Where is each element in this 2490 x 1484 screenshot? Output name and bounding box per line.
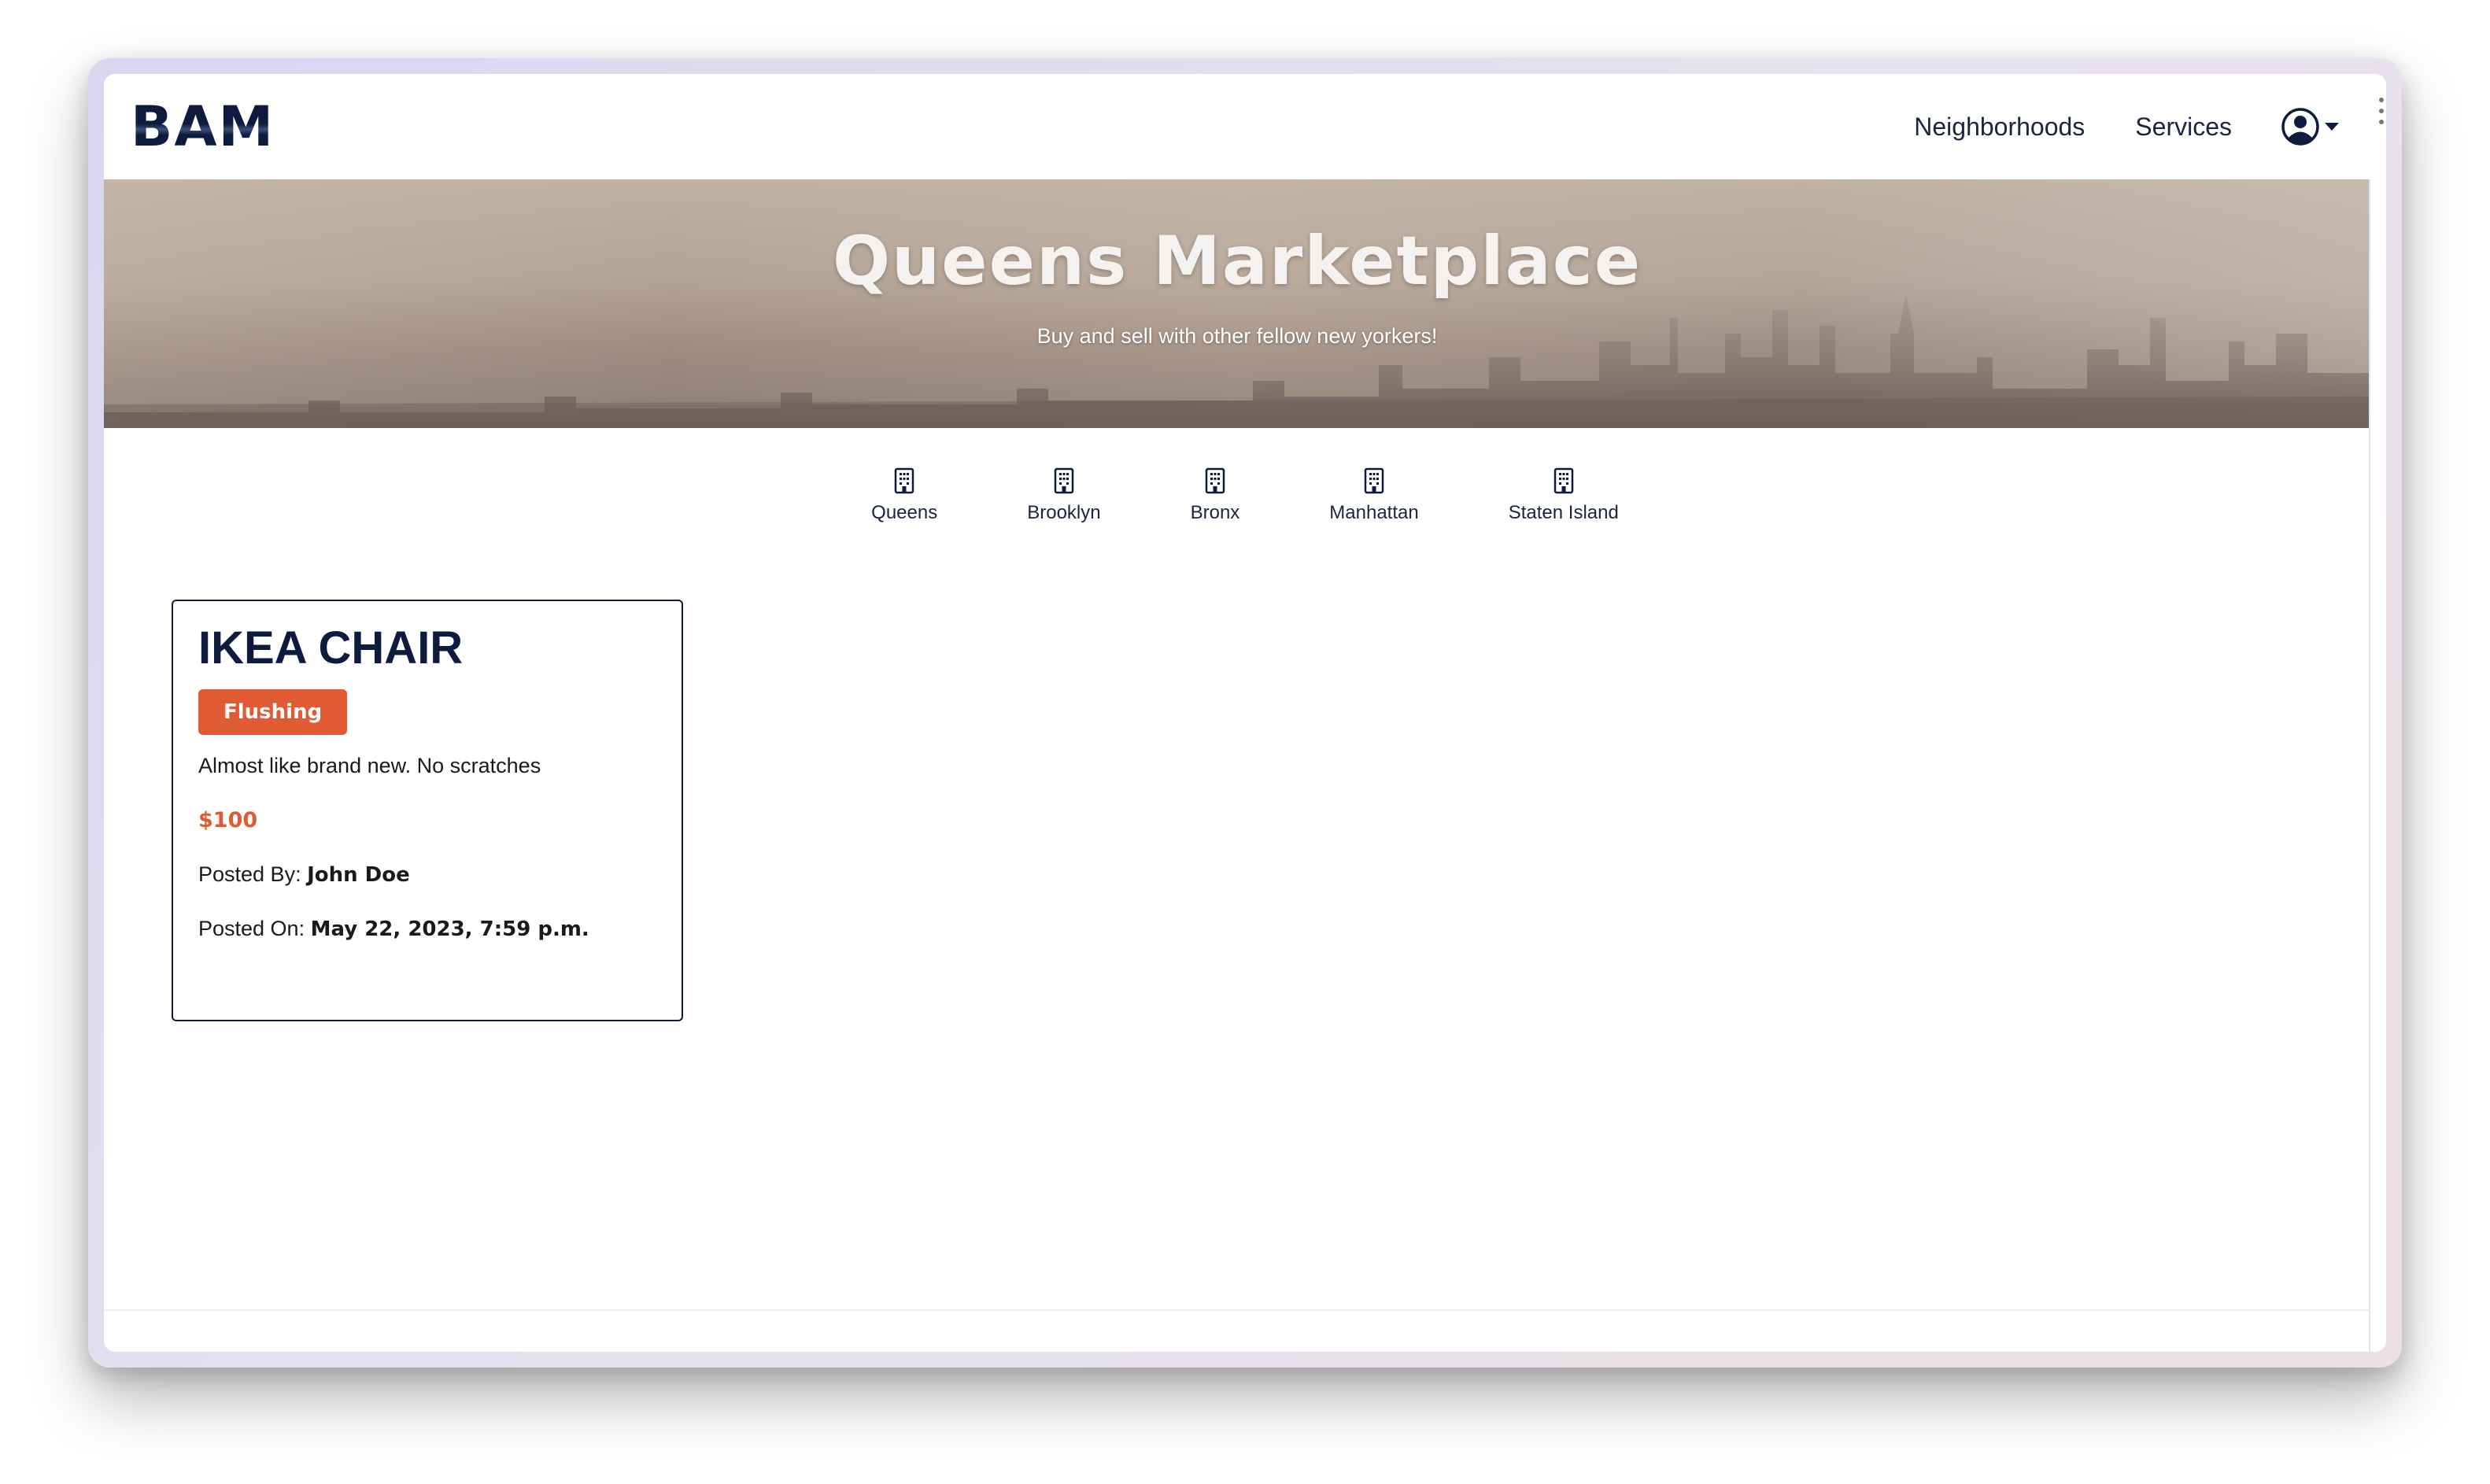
neighborhood-badge: Flushing xyxy=(198,688,348,735)
borough-staten-island[interactable]: Staten Island xyxy=(1509,467,1619,524)
posted-by-name: John Doe xyxy=(307,862,410,887)
app-window: BAM Neighborhoods Services Queens Market… xyxy=(104,74,2386,1352)
page-subtitle: Buy and sell with other fellow new yorke… xyxy=(1036,324,1438,348)
listing-price: $100 xyxy=(198,807,258,832)
chevron-down-icon xyxy=(2325,123,2339,131)
footer-divider xyxy=(104,1309,2370,1311)
borough-brooklyn[interactable]: Brooklyn xyxy=(1027,467,1101,524)
borough-label: Manhattan xyxy=(1329,502,1419,523)
listing-title: IKEA CHAIR xyxy=(198,622,464,674)
city-skyline-image xyxy=(104,294,2370,428)
borough-label: Bronx xyxy=(1190,502,1240,523)
building-icon xyxy=(1553,467,1574,494)
posted-by-label: Posted By: xyxy=(198,862,308,886)
user-menu-toggle[interactable] xyxy=(2281,107,2339,146)
page-title: Queens Marketplace xyxy=(832,222,1642,301)
nav-links: Neighborhoods Services xyxy=(1864,107,2339,146)
posted-by: Posted By: John Doe xyxy=(198,862,656,887)
borough-label: Brooklyn xyxy=(1027,502,1101,523)
user-circle-icon xyxy=(2281,108,2319,146)
borough-label: Queens xyxy=(871,502,938,523)
brand-logo[interactable]: BAM xyxy=(131,99,275,154)
browser-window-frame: BAM Neighborhoods Services Queens Market… xyxy=(88,58,2402,1368)
borough-nav: Queens Brooklyn Bronx Manhattan Staten I… xyxy=(104,467,2386,524)
content-divider xyxy=(2369,179,2370,1352)
borough-label: Staten Island xyxy=(1508,502,1619,523)
borough-bronx[interactable]: Bronx xyxy=(1190,467,1240,524)
building-icon xyxy=(894,467,914,494)
building-icon xyxy=(1054,467,1074,494)
building-icon xyxy=(1205,467,1225,494)
posted-on-label: Posted On: xyxy=(198,916,311,940)
posted-on-date: May 22, 2023, 7:59 p.m. xyxy=(310,917,589,941)
navbar: BAM Neighborhoods Services xyxy=(104,74,2386,179)
listing-card[interactable]: IKEA CHAIR Flushing Almost like brand ne… xyxy=(172,600,683,1021)
borough-queens[interactable]: Queens xyxy=(871,467,937,524)
posted-on: Posted On: May 22, 2023, 7:59 p.m. xyxy=(198,917,656,941)
nav-link-neighborhoods[interactable]: Neighborhoods xyxy=(1914,113,2085,142)
hero-banner: Queens Marketplace Buy and sell with oth… xyxy=(104,179,2370,428)
listing-description: Almost like brand new. No scratches xyxy=(198,753,541,777)
nav-link-services[interactable]: Services xyxy=(2135,113,2232,142)
building-icon xyxy=(1364,467,1384,494)
borough-manhattan[interactable]: Manhattan xyxy=(1329,467,1419,524)
